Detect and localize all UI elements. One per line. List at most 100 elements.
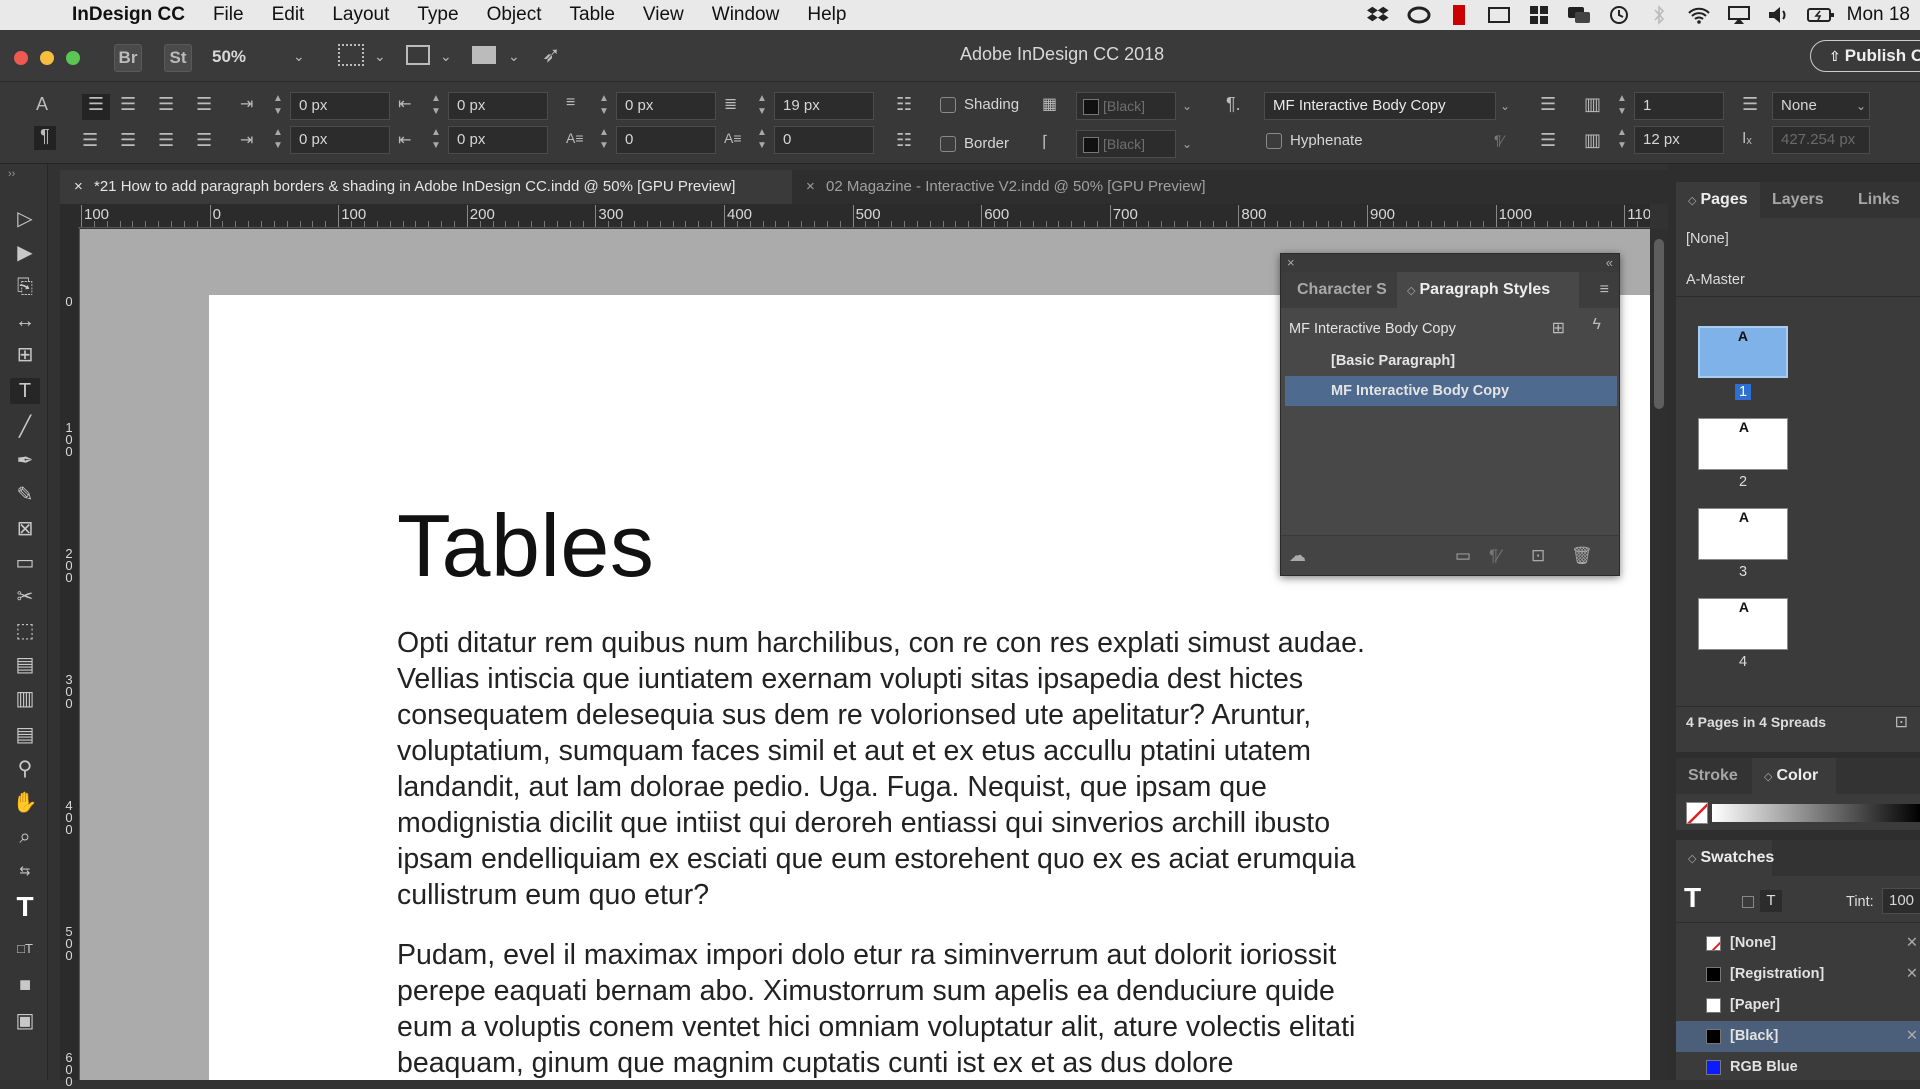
style-item-mf-interactive-body-copy[interactable]: MF Interactive Body Copy (1285, 376, 1617, 406)
zoom-window-button[interactable] (66, 51, 80, 65)
minimize-window-button[interactable] (40, 51, 54, 65)
columns-stepper[interactable]: ▲▼ (1614, 92, 1630, 120)
master-a[interactable]: A-Master (1686, 272, 1745, 288)
menu-window[interactable]: Window (698, 4, 794, 26)
rectangle-tool-icon[interactable]: ▭ (10, 550, 40, 576)
right-indent-stepper[interactable]: ▲▼ (428, 92, 444, 120)
content-collector-icon[interactable]: ⊞ (10, 342, 40, 368)
swatch-none[interactable]: [None] ✕ (1676, 928, 1920, 959)
drop-cap-lines-stepper[interactable]: ▲▼ (596, 126, 612, 154)
first-line-indent-stepper[interactable]: ▲▼ (270, 126, 286, 154)
close-tab-icon[interactable]: × (806, 170, 815, 204)
leading-stepper[interactable]: ▲▼ (754, 92, 770, 120)
span-mode-dropdown-icon[interactable]: ⌄ (1856, 99, 1866, 113)
bluetooth-icon[interactable] (1647, 5, 1671, 25)
swatch-paper[interactable]: [Paper] (1676, 990, 1920, 1021)
paragraph-style-dropdown-icon[interactable]: ⌄ (1500, 99, 1510, 113)
align-center-icon[interactable]: ☰ (120, 94, 136, 115)
zoom-tool-icon[interactable]: ⌕ (10, 824, 40, 850)
clear-overrides-icon[interactable]: ¶⁄ (1489, 546, 1501, 566)
app-status-icon[interactable] (1447, 5, 1471, 25)
document-tab-active[interactable]: × *21 How to add paragraph borders & sha… (60, 170, 792, 204)
menu-layout[interactable]: Layout (318, 4, 403, 26)
bullets-icon[interactable]: ☷ (896, 94, 912, 115)
type-tool-icon[interactable]: T (10, 378, 40, 404)
drop-cap-chars-stepper[interactable]: ▲▼ (754, 126, 770, 154)
columns-field[interactable]: 1 (1634, 92, 1724, 120)
time-machine-icon[interactable] (1607, 5, 1631, 25)
x-position-field[interactable]: 427.254 px (1772, 126, 1870, 154)
justify-all-icon[interactable]: ☰ (158, 130, 174, 151)
menu-edit[interactable]: Edit (258, 4, 319, 26)
space-before-field[interactable]: 0 px (616, 92, 716, 120)
note-tool-icon[interactable]: ▤ (10, 722, 40, 748)
close-window-button[interactable] (14, 51, 28, 65)
body-paragraph-1[interactable]: Opti ditatur rem quibus num harchilibus,… (397, 625, 1397, 913)
first-line-indent-field[interactable]: 0 px (290, 126, 390, 154)
swatch-registration[interactable]: [Registration] ✕ (1676, 959, 1920, 990)
gradient-feather-tool-icon[interactable]: ▥ (10, 686, 40, 712)
left-indent-field[interactable]: 0 px (290, 92, 390, 120)
tint-ramp[interactable] (1712, 804, 1920, 822)
quick-apply-icon[interactable]: ϟ (1593, 316, 1601, 334)
publish-online-button[interactable]: ⇧Publish O (1810, 40, 1920, 72)
page-thumbnail-2[interactable]: A (1698, 418, 1788, 470)
document-tab-inactive[interactable]: × 02 Magazine - Interactive V2.indd @ 50… (792, 170, 1332, 204)
menu-object[interactable]: Object (473, 4, 556, 26)
space-before-stepper[interactable]: ▲▼ (596, 92, 612, 120)
arrange-documents-icon[interactable] (472, 46, 496, 64)
menu-clock[interactable]: Mon 18 (1847, 4, 1910, 26)
line-tool-icon[interactable]: ╱ (10, 414, 40, 440)
selection-tool-icon[interactable]: ▷ (10, 206, 40, 232)
drop-cap-chars-field[interactable]: 0 (774, 126, 874, 154)
tab-links[interactable]: Links (1846, 182, 1912, 218)
screen-mode-icon[interactable] (406, 45, 430, 65)
shading-checkbox[interactable] (940, 97, 956, 113)
create-style-from-selection-icon[interactable]: ⊞ (1552, 318, 1565, 338)
style-item-basic-paragraph[interactable]: [Basic Paragraph] (1281, 346, 1619, 376)
dropbox-icon[interactable] (1367, 5, 1391, 25)
new-style-group-icon[interactable]: ▭ (1455, 546, 1471, 566)
justify-center-icon[interactable]: ☰ (120, 130, 136, 151)
wifi-icon[interactable] (1687, 5, 1711, 25)
creative-cloud-icon[interactable] (1407, 5, 1431, 25)
align-away-spine-icon[interactable]: ☰ (196, 130, 212, 151)
menu-table[interactable]: Table (556, 4, 629, 26)
panel-menu-icon[interactable]: ≡ (1600, 281, 1609, 299)
horizontal-ruler[interactable]: 100010020030040050060070080090010001100 (78, 204, 1650, 228)
last-line-indent-field[interactable]: 0 px (448, 126, 548, 154)
fill-stroke-text-icon[interactable]: T (1684, 882, 1701, 914)
close-tab-icon[interactable]: × (74, 170, 83, 204)
last-line-indent-stepper[interactable]: ▲▼ (428, 126, 444, 154)
view-options-icon[interactable] (338, 44, 364, 66)
rectangle-frame-tool-icon[interactable]: ⊠ (10, 516, 40, 542)
battery-icon[interactable] (1807, 5, 1831, 25)
tab-character-styles[interactable]: Character S (1287, 272, 1397, 308)
menu-app-name[interactable]: InDesign CC (58, 4, 199, 26)
apply-color-icon[interactable]: ■ (10, 972, 40, 998)
gap-tool-icon[interactable]: ↔ (10, 308, 40, 334)
scissors-tool-icon[interactable]: ✂ (10, 584, 40, 610)
hyphenate-checkbox[interactable] (1266, 133, 1282, 149)
leading-field[interactable]: 19 px (774, 92, 874, 120)
bridge-button[interactable]: Br (114, 44, 142, 72)
vertical-scrollbar[interactable] (1650, 229, 1668, 1080)
balance-columns-icon[interactable]: ☰ (1540, 94, 1556, 115)
left-indent-stepper[interactable]: ▲▼ (270, 92, 286, 120)
close-panel-icon[interactable]: × (1287, 255, 1295, 270)
gutter-field[interactable]: 12 px (1634, 126, 1724, 154)
menu-view[interactable]: View (629, 4, 698, 26)
clear-overrides-icon[interactable]: ¶⁄ (1494, 132, 1504, 148)
border-color-dropdown-icon[interactable]: ⌄ (1182, 137, 1192, 151)
swap-fill-stroke-icon[interactable]: ⇆ (10, 858, 40, 884)
formatting-affects-text-icon[interactable]: □T (10, 936, 40, 962)
airplay-icon[interactable] (1727, 5, 1751, 25)
character-formatting-icon[interactable]: A (36, 94, 48, 115)
tab-layers[interactable]: Layers (1760, 182, 1836, 218)
screen-icon[interactable] (1487, 5, 1511, 25)
paragraph-style-field[interactable]: MF Interactive Body Copy (1264, 92, 1496, 120)
cc-library-icon[interactable]: ☁ (1289, 546, 1306, 566)
collapse-panel-icon[interactable]: « (1606, 255, 1613, 270)
page-thumbnail-1[interactable]: A (1698, 326, 1788, 378)
page-heading[interactable]: Tables (397, 495, 654, 597)
